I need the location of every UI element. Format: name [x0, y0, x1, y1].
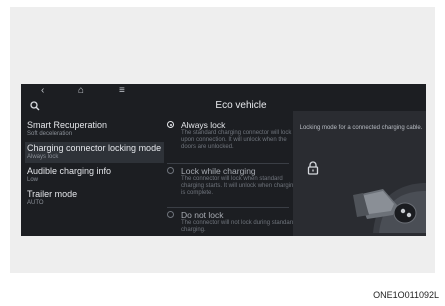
menu-item-trailer-mode[interactable]: Trailer mode AUTO: [25, 188, 164, 209]
option-always-lock[interactable]: Always lock The standard charging connec…: [167, 120, 307, 151]
home-icon[interactable]: ⌂: [78, 85, 84, 97]
menu-item-charging-connector-locking-mode[interactable]: Charging connector locking mode Always l…: [25, 142, 164, 163]
menu-item-value: Soft deceleration: [27, 131, 73, 137]
radio-selected[interactable]: [167, 121, 174, 128]
option-label: Always lock: [181, 120, 226, 130]
divider: [167, 207, 289, 208]
settings-menu: Smart Recuperation Soft deceleration Cha…: [25, 119, 164, 211]
menu-item-label: Smart Recuperation: [27, 120, 108, 130]
option-label: Do not lock: [181, 210, 224, 220]
option-description: The connector will not lock during stand…: [181, 220, 296, 233]
figure-code: ONE1O011092L: [373, 290, 439, 300]
option-label: Lock while charging: [181, 166, 256, 176]
top-bar: ‹ ⌂ ≡: [21, 84, 426, 98]
menu-item-label: Charging connector locking mode: [27, 143, 162, 153]
option-description: The connector will lock when standard ch…: [181, 176, 297, 196]
back-icon[interactable]: ‹: [41, 85, 44, 97]
radio-unselected[interactable]: [167, 167, 174, 174]
menu-item-value: AUTO: [27, 200, 44, 206]
option-do-not-lock[interactable]: Do not lock The connector will not lock …: [167, 210, 307, 234]
menu-item-value: Low: [27, 177, 39, 183]
menu-item-value: Always lock: [27, 154, 59, 160]
option-lock-while-charging[interactable]: Lock while charging The connector will l…: [167, 166, 307, 197]
menu-icon[interactable]: ≡: [119, 85, 125, 97]
charging-plug-illustration: [353, 183, 426, 233]
menu-item-label: Trailer mode: [27, 189, 78, 199]
preview-panel: Locking mode for a connected charging ca…: [293, 111, 426, 236]
divider: [167, 163, 289, 164]
search-icon[interactable]: [30, 101, 40, 111]
menu-item-smart-recuperation[interactable]: Smart Recuperation Soft deceleration: [25, 119, 164, 140]
preview-caption: Locking mode for a connected charging ca…: [299, 125, 423, 131]
radio-unselected[interactable]: [167, 211, 174, 218]
menu-item-label: Audible charging info: [27, 166, 112, 176]
menu-item-audible-charging-info[interactable]: Audible charging info Low: [25, 165, 164, 186]
infotainment-screen: ‹ ⌂ ≡ Eco vehicle Smart Recuperation Sof…: [21, 84, 426, 236]
option-description: The standard charging connector will loc…: [181, 130, 292, 150]
lock-icon: [307, 161, 319, 175]
